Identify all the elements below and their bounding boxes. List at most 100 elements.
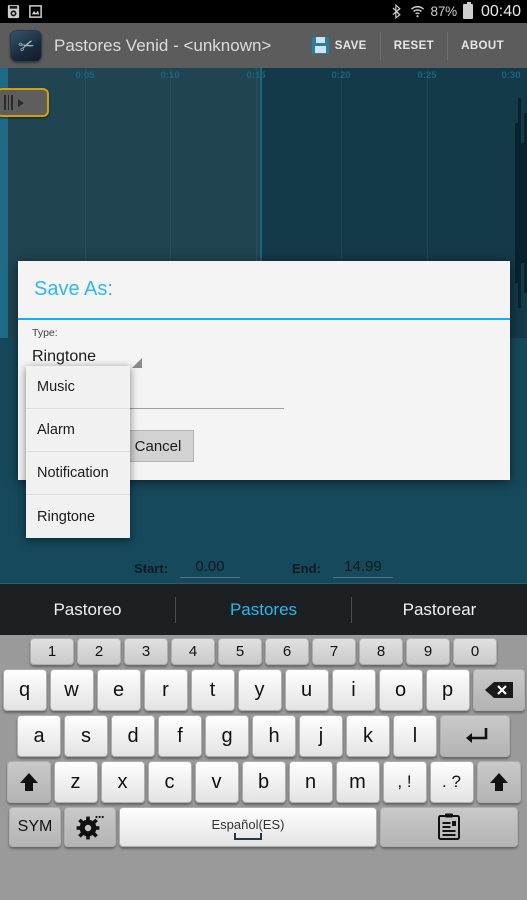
shift-key-left[interactable] (6, 761, 51, 803)
type-label: Type: (32, 327, 58, 339)
keyboard-row-qwerty: q w e r t y u i o p (2, 669, 525, 711)
status-bar: 87% 00:40 (0, 0, 527, 23)
key-f[interactable]: f (158, 715, 202, 757)
key-comma-exclaim[interactable]: , ! (382, 761, 427, 803)
keyboard-number-row: 1 2 3 4 5 6 7 8 9 0 (2, 638, 525, 665)
key-r[interactable]: r (143, 669, 188, 711)
key-1[interactable]: 1 (30, 638, 74, 665)
key-n[interactable]: n (288, 761, 333, 803)
timeline-ruler: 0:05 0:10 0:15 0:20 0:25 0:30 (0, 68, 527, 338)
space-key[interactable]: Español(ES) (119, 807, 377, 847)
clipboard-key[interactable] (380, 807, 518, 847)
app-bar-actions: SAVE RESET ABOUT (299, 31, 517, 60)
key-7[interactable]: 7 (312, 638, 356, 665)
dropdown-option-alarm[interactable]: Alarm (26, 409, 130, 452)
key-m[interactable]: m (335, 761, 380, 803)
backspace-key[interactable] (472, 669, 525, 711)
key-d[interactable]: d (111, 715, 155, 757)
key-v[interactable]: v (194, 761, 239, 803)
key-k[interactable]: k (346, 715, 390, 757)
shift-up-arrow-icon (19, 773, 38, 791)
shift-up-arrow-icon (489, 773, 508, 791)
settings-key[interactable] (64, 807, 116, 847)
status-bar-left-icons (6, 4, 43, 19)
page-title: Pastores Venid - <unknown> (54, 35, 272, 55)
key-w[interactable]: w (49, 669, 94, 711)
selection-start-handle[interactable] (0, 88, 49, 117)
timeline-tick-2: 0:15 (246, 70, 266, 81)
key-b[interactable]: b (241, 761, 286, 803)
dialog-body: Type: Ringtone id Ringtone Save Cancel (18, 320, 510, 462)
sym-key[interactable]: SYM (9, 807, 61, 847)
key-l[interactable]: l (393, 715, 437, 757)
about-button[interactable]: ABOUT (447, 31, 517, 60)
dialog-title: Save As: (18, 261, 510, 320)
grip-icon (4, 95, 13, 110)
key-e[interactable]: e (96, 669, 141, 711)
dropdown-option-music[interactable]: Music (26, 366, 130, 409)
dropdown-option-notification[interactable]: Notification (26, 452, 130, 495)
dropdown-option-ringtone[interactable]: Ringtone (26, 495, 130, 538)
shift-key-right[interactable] (476, 761, 521, 803)
soft-keyboard: Pastoreo Pastores Pastorear 1 2 3 4 5 6 … (0, 583, 527, 900)
keyboard-row-zxcv: z x c v b n m , ! . ? (2, 761, 525, 803)
key-q[interactable]: q (2, 669, 47, 711)
save-button-label: SAVE (334, 39, 367, 52)
gear-icon (76, 815, 104, 840)
keyboard-row-asdf: a s d f g h j k l (2, 715, 525, 757)
key-g[interactable]: g (205, 715, 249, 757)
dialog-cancel-button[interactable]: Cancel (122, 430, 194, 462)
key-5[interactable]: 5 (218, 638, 262, 665)
timeline-tick-1: 0:10 (160, 70, 180, 81)
clock: 00:40 (480, 2, 521, 20)
sim-card-icon (7, 4, 20, 19)
about-button-label: ABOUT (461, 39, 504, 52)
key-y[interactable]: y (237, 669, 282, 711)
key-t[interactable]: t (190, 669, 235, 711)
key-8[interactable]: 8 (359, 638, 403, 665)
type-spinner-value: Ringtone (32, 348, 97, 365)
key-z[interactable]: z (53, 761, 98, 803)
battery-icon (462, 2, 473, 19)
keyboard-rows: 1 2 3 4 5 6 7 8 9 0 q w e r t y u i o p … (0, 635, 527, 847)
key-4[interactable]: 4 (171, 638, 215, 665)
suggestion-2[interactable]: Pastorear (352, 600, 527, 620)
timeline-tick-4: 0:25 (417, 70, 437, 81)
play-triangle-icon (18, 98, 24, 107)
wifi-icon (410, 6, 424, 18)
key-s[interactable]: s (64, 715, 108, 757)
space-key-label: Español(ES) (211, 816, 285, 832)
key-o[interactable]: o (378, 669, 423, 711)
key-p[interactable]: p (425, 669, 470, 711)
timeline-tick-3: 0:20 (331, 70, 351, 81)
suggestion-0[interactable]: Pastoreo (0, 600, 175, 620)
keyboard-bottom-row: SYM Español(ES) (2, 807, 525, 847)
key-0[interactable]: 0 (453, 638, 497, 665)
chevron-down-icon (132, 358, 142, 368)
key-6[interactable]: 6 (265, 638, 309, 665)
key-2[interactable]: 2 (77, 638, 121, 665)
key-c[interactable]: c (147, 761, 192, 803)
key-u[interactable]: u (284, 669, 329, 711)
enter-arrow-icon (466, 728, 488, 743)
app-icon: ✂ (10, 29, 42, 62)
audio-editor: 0:05 0:10 0:15 0:20 0:25 0:30 Start: 0.0… (0, 68, 527, 583)
floppy-disk-icon (311, 37, 329, 54)
key-i[interactable]: i (331, 669, 376, 711)
app-bar: ✂ Pastores Venid - <unknown> SAVE RESET … (0, 23, 527, 68)
key-9[interactable]: 9 (406, 638, 450, 665)
key-3[interactable]: 3 (124, 638, 168, 665)
key-a[interactable]: a (17, 715, 61, 757)
reset-button[interactable]: RESET (379, 31, 447, 60)
suggestion-1[interactable]: Pastores (176, 600, 351, 620)
battery-percent: 87% (430, 4, 458, 19)
key-h[interactable]: h (252, 715, 296, 757)
key-j[interactable]: j (299, 715, 343, 757)
save-button[interactable]: SAVE (299, 32, 380, 60)
key-period-question[interactable]: . ? (429, 761, 474, 803)
suggestion-bar: Pastoreo Pastores Pastorear (0, 583, 527, 635)
enter-key[interactable] (440, 715, 510, 757)
scissors-icon: ✂ (16, 33, 38, 59)
reset-button-label: RESET (393, 39, 435, 52)
key-x[interactable]: x (100, 761, 145, 803)
